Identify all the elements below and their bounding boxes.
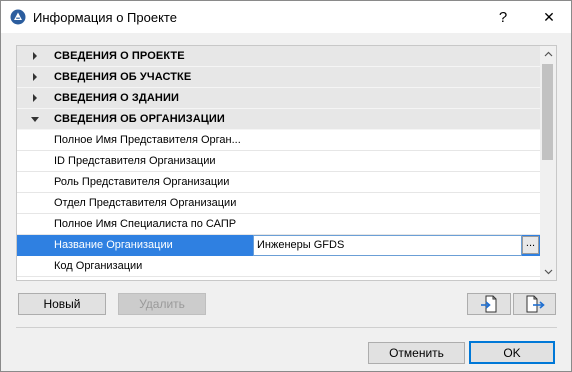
caret-right-icon[interactable] — [30, 50, 40, 62]
caret-right-icon[interactable] — [30, 92, 40, 104]
title-bar: Информация о Проекте ? ✕ — [1, 1, 571, 33]
field-label: Отдел Представителя Организации — [54, 197, 237, 209]
section-label: СВЕДЕНИЯ ОБ ОРГАНИЗАЦИИ — [54, 113, 225, 125]
ellipsis-button[interactable]: ... — [522, 236, 539, 254]
field-row[interactable]: Отдел Представителя Организации — [17, 193, 540, 214]
delete-button[interactable]: Удалить — [118, 293, 206, 315]
section-row-organization[interactable]: СВЕДЕНИЯ ОБ ОРГАНИЗАЦИИ — [17, 109, 540, 130]
field-label: Код Организации — [54, 260, 143, 272]
close-icon: ✕ — [543, 8, 555, 25]
field-label: Название Организации — [54, 239, 173, 251]
scroll-up-button[interactable] — [540, 46, 556, 62]
field-label: Полное Имя Специалиста по САПР — [54, 218, 237, 230]
field-row[interactable]: Полное Имя Специалиста по САПР — [17, 214, 540, 235]
section-label: СВЕДЕНИЯ ОБ УЧАСТКЕ — [54, 71, 192, 83]
caret-down-icon[interactable] — [30, 113, 40, 125]
field-label: ID Представителя Организации — [54, 155, 216, 167]
ok-button[interactable]: OK — [469, 341, 555, 364]
chevron-up-icon — [544, 51, 552, 57]
field-label: Роль Представителя Организации — [54, 176, 230, 188]
section-row-project[interactable]: СВЕДЕНИЯ О ПРОЕКТЕ — [17, 46, 540, 67]
close-button[interactable]: ✕ — [529, 1, 569, 33]
field-row[interactable]: Роль Представителя Организации — [17, 172, 540, 193]
caret-right-icon[interactable] — [30, 71, 40, 83]
new-button[interactable]: Новый — [18, 293, 106, 315]
footer-separator — [16, 327, 557, 328]
help-icon: ? — [498, 8, 508, 26]
window-title: Информация о Проекте — [33, 10, 177, 25]
archicad-app-icon — [10, 9, 26, 25]
import-button[interactable] — [467, 293, 511, 315]
field-row[interactable]: Код Организации — [17, 256, 540, 277]
help-button[interactable]: ? — [483, 1, 523, 33]
section-row-building[interactable]: СВЕДЕНИЯ О ЗДАНИИ — [17, 88, 540, 109]
field-row[interactable]: ID Представителя Организации — [17, 151, 540, 172]
export-file-icon — [526, 295, 545, 313]
field-row[interactable]: Полное Имя Представителя Орган... — [17, 130, 540, 151]
project-info-table: СВЕДЕНИЯ О ПРОЕКТЕ СВЕДЕНИЯ ОБ УЧАСТКЕ С… — [16, 45, 557, 281]
field-value-input[interactable]: Инженеры GFDS — [253, 235, 522, 256]
scroll-down-button[interactable] — [540, 264, 556, 280]
section-label: СВЕДЕНИЯ О ПРОЕКТЕ — [54, 50, 185, 62]
project-info-dialog: Информация о Проекте ? ✕ СВЕДЕНИЯ О ПРОЕ… — [0, 0, 572, 372]
field-row-selected[interactable]: Название Организации Инженеры GFDS ... — [17, 235, 540, 256]
vertical-scrollbar[interactable] — [540, 46, 556, 280]
field-label: Полное Имя Представителя Орган... — [54, 134, 241, 146]
scrollbar-thumb[interactable] — [542, 64, 553, 160]
section-row-site[interactable]: СВЕДЕНИЯ ОБ УЧАСТКЕ — [17, 67, 540, 88]
import-file-icon — [481, 295, 497, 313]
section-label: СВЕДЕНИЯ О ЗДАНИИ — [54, 92, 179, 104]
field-value-text: Инженеры GFDS — [257, 239, 345, 251]
chevron-down-icon — [544, 269, 552, 275]
export-button[interactable] — [513, 293, 556, 315]
cancel-button[interactable]: Отменить — [368, 342, 465, 364]
